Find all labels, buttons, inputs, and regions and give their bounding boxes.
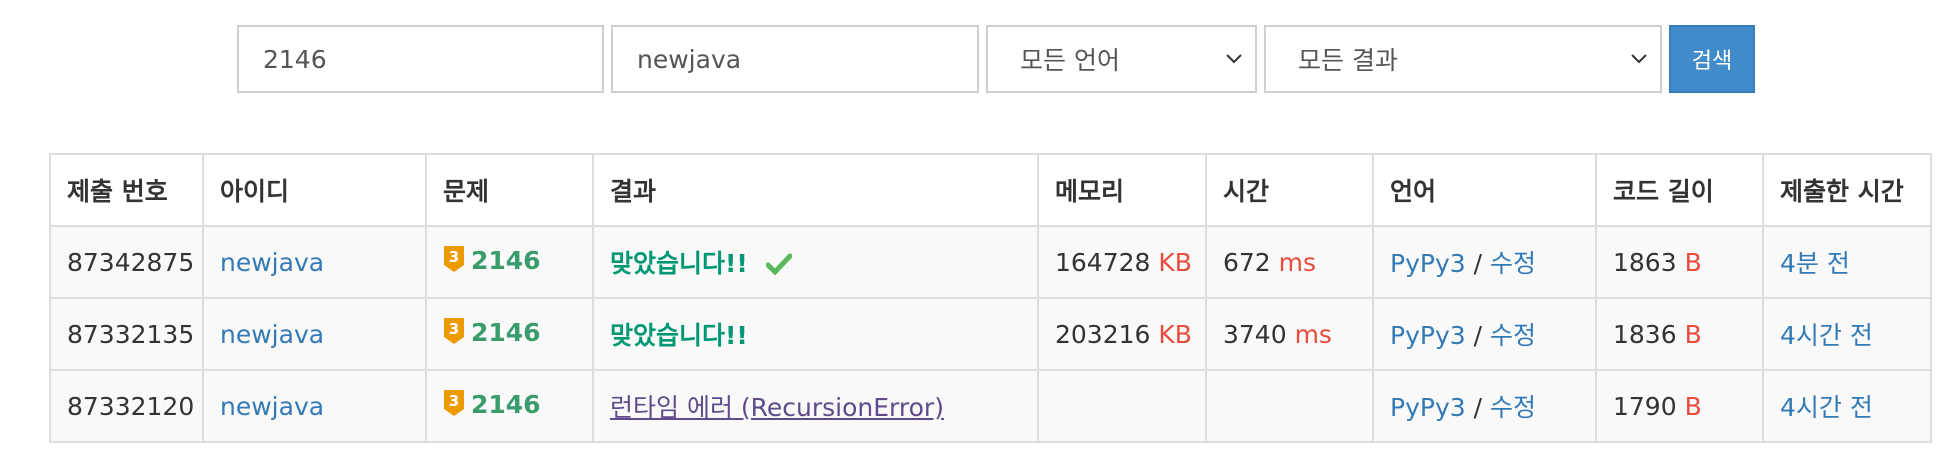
header-language: 언어 bbox=[1372, 153, 1597, 227]
code-length-value: 1790 bbox=[1613, 391, 1677, 421]
result-cell: 맞았습니다!! bbox=[592, 225, 1039, 299]
time-unit: ms bbox=[1294, 319, 1332, 349]
header-result: 결과 bbox=[592, 153, 1039, 227]
language-cell: PyPy3 / 수정 bbox=[1372, 369, 1597, 443]
header-memory: 메모리 bbox=[1037, 153, 1207, 227]
code-length-cell: 1790 B bbox=[1595, 369, 1764, 443]
problem-cell: 3 2146 bbox=[425, 225, 594, 299]
memory-value: 203216 bbox=[1055, 319, 1151, 349]
language-link[interactable]: PyPy3 bbox=[1390, 249, 1466, 278]
submission-id: 87332135 bbox=[49, 297, 204, 371]
problem-link[interactable]: 2146 bbox=[471, 318, 541, 347]
code-length-unit: B bbox=[1684, 247, 1702, 277]
language-link[interactable]: PyPy3 bbox=[1390, 321, 1466, 350]
problem-link[interactable]: 2146 bbox=[471, 390, 541, 419]
edit-link[interactable]: 수정 bbox=[1490, 321, 1536, 350]
submitted-cell: 4분 전 bbox=[1762, 225, 1932, 299]
header-user-id: 아이디 bbox=[202, 153, 427, 227]
time-cell bbox=[1205, 369, 1374, 443]
gold-tier-badge-icon: 3 bbox=[443, 389, 465, 423]
problem-link[interactable]: 2146 bbox=[471, 246, 541, 275]
code-length-cell: 1836 B bbox=[1595, 297, 1764, 371]
separator: / bbox=[1473, 393, 1483, 422]
result-select-label: 모든 결과 bbox=[1298, 46, 1398, 75]
code-length-unit: B bbox=[1684, 319, 1702, 349]
time-cell: 3740 ms bbox=[1205, 297, 1374, 371]
time-cell: 672 ms bbox=[1205, 225, 1374, 299]
separator: / bbox=[1473, 321, 1483, 350]
memory-unit: KB bbox=[1158, 247, 1192, 277]
user-id-input[interactable] bbox=[611, 25, 979, 93]
result-select[interactable]: 모든 결과 bbox=[1264, 25, 1662, 93]
user-cell: newjava bbox=[202, 297, 427, 371]
tier-level: 3 bbox=[449, 248, 459, 266]
submission-id: 87332120 bbox=[49, 369, 204, 443]
result-cell: 런타임 에러 (RecursionError) bbox=[592, 369, 1039, 443]
user-link[interactable]: newjava bbox=[220, 320, 324, 349]
language-select[interactable]: 모든 언어 bbox=[986, 25, 1257, 93]
check-mark-icon bbox=[765, 252, 793, 281]
language-link[interactable]: PyPy3 bbox=[1390, 393, 1466, 422]
problem-cell: 3 2146 bbox=[425, 369, 594, 443]
code-length-unit: B bbox=[1684, 391, 1702, 421]
tier-level: 3 bbox=[449, 392, 459, 410]
search-button[interactable]: 검색 bbox=[1669, 25, 1755, 93]
memory-value: 164728 bbox=[1055, 247, 1151, 277]
code-length-cell: 1863 B bbox=[1595, 225, 1764, 299]
edit-link[interactable]: 수정 bbox=[1490, 249, 1536, 278]
memory-cell: 164728 KB bbox=[1037, 225, 1207, 299]
separator: / bbox=[1473, 249, 1483, 278]
search-button-label: 검색 bbox=[1691, 49, 1733, 74]
memory-cell: 203216 KB bbox=[1037, 297, 1207, 371]
gold-tier-badge-icon: 3 bbox=[443, 317, 465, 351]
chevron-down-icon bbox=[1628, 48, 1650, 70]
gold-tier-badge-icon: 3 bbox=[443, 245, 465, 279]
user-cell: newjava bbox=[202, 225, 427, 299]
header-time: 시간 bbox=[1205, 153, 1374, 227]
chevron-down-icon bbox=[1223, 48, 1245, 70]
tier-level: 3 bbox=[449, 320, 459, 338]
result-runtime-error-link[interactable]: 런타임 에러 (RecursionError) bbox=[610, 393, 944, 422]
time-value: 3740 bbox=[1223, 319, 1287, 349]
memory-unit: KB bbox=[1158, 319, 1192, 349]
header-code-length: 코드 길이 bbox=[1595, 153, 1764, 227]
submission-id: 87342875 bbox=[49, 225, 204, 299]
header-problem: 문제 bbox=[425, 153, 594, 227]
code-length-value: 1863 bbox=[1613, 247, 1677, 277]
user-link[interactable]: newjava bbox=[220, 248, 324, 277]
memory-cell bbox=[1037, 369, 1207, 443]
language-select-label: 모든 언어 bbox=[1020, 46, 1120, 75]
result-cell: 맞았습니다!! bbox=[592, 297, 1039, 371]
submitted-time-link[interactable]: 4시간 전 bbox=[1780, 321, 1873, 350]
header-submission-id: 제출 번호 bbox=[49, 153, 204, 227]
table-row: 87332120 newjava 3 2146 런타임 에러 (Recursio… bbox=[49, 369, 1932, 443]
problem-cell: 3 2146 bbox=[425, 297, 594, 371]
submission-status-table: 제출 번호 아이디 문제 결과 메모리 시간 언어 코드 길이 제출한 시간 8… bbox=[49, 153, 1932, 443]
language-cell: PyPy3 / 수정 bbox=[1372, 225, 1597, 299]
language-cell: PyPy3 / 수정 bbox=[1372, 297, 1597, 371]
problem-id-input[interactable] bbox=[237, 25, 604, 93]
time-unit: ms bbox=[1278, 247, 1317, 277]
table-row: 87332135 newjava 3 2146 맞았습니다!! 203216 K… bbox=[49, 297, 1932, 371]
edit-link[interactable]: 수정 bbox=[1490, 393, 1536, 422]
submitted-time-link[interactable]: 4시간 전 bbox=[1780, 393, 1873, 422]
code-length-value: 1836 bbox=[1613, 319, 1677, 349]
submission-search-bar: 모든 언어 모든 결과 검색 bbox=[237, 25, 1755, 93]
user-cell: newjava bbox=[202, 369, 427, 443]
submitted-cell: 4시간 전 bbox=[1762, 297, 1932, 371]
time-value: 672 bbox=[1223, 247, 1271, 277]
submitted-time-link[interactable]: 4분 전 bbox=[1780, 249, 1850, 278]
user-link[interactable]: newjava bbox=[220, 392, 324, 421]
result-accepted: 맞았습니다!! bbox=[610, 248, 748, 278]
table-header-row: 제출 번호 아이디 문제 결과 메모리 시간 언어 코드 길이 제출한 시간 bbox=[49, 153, 1932, 227]
submitted-cell: 4시간 전 bbox=[1762, 369, 1932, 443]
header-submitted-time: 제출한 시간 bbox=[1762, 153, 1932, 227]
result-accepted: 맞았습니다!! bbox=[610, 321, 748, 350]
table-row: 87342875 newjava 3 2146 맞았습니다!! 164728 K… bbox=[49, 225, 1932, 299]
